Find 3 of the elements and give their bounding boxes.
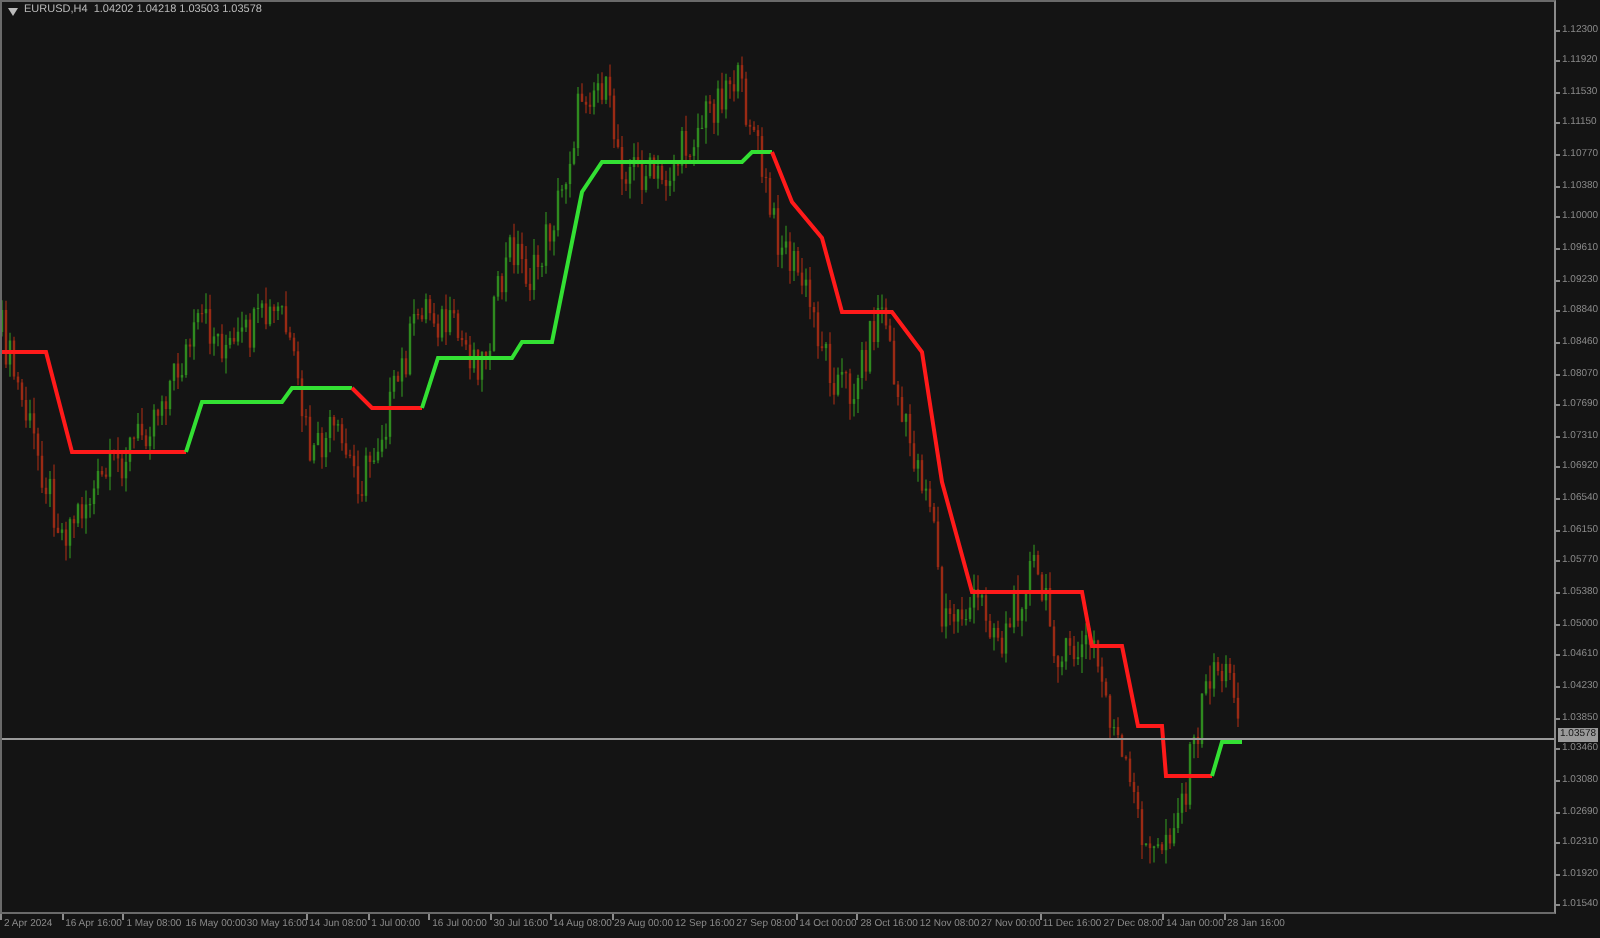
uptrend-line-segment (1210, 740, 1242, 777)
dropdown-triangle-icon[interactable] (8, 7, 18, 16)
downtrend-line-segment (350, 386, 422, 410)
